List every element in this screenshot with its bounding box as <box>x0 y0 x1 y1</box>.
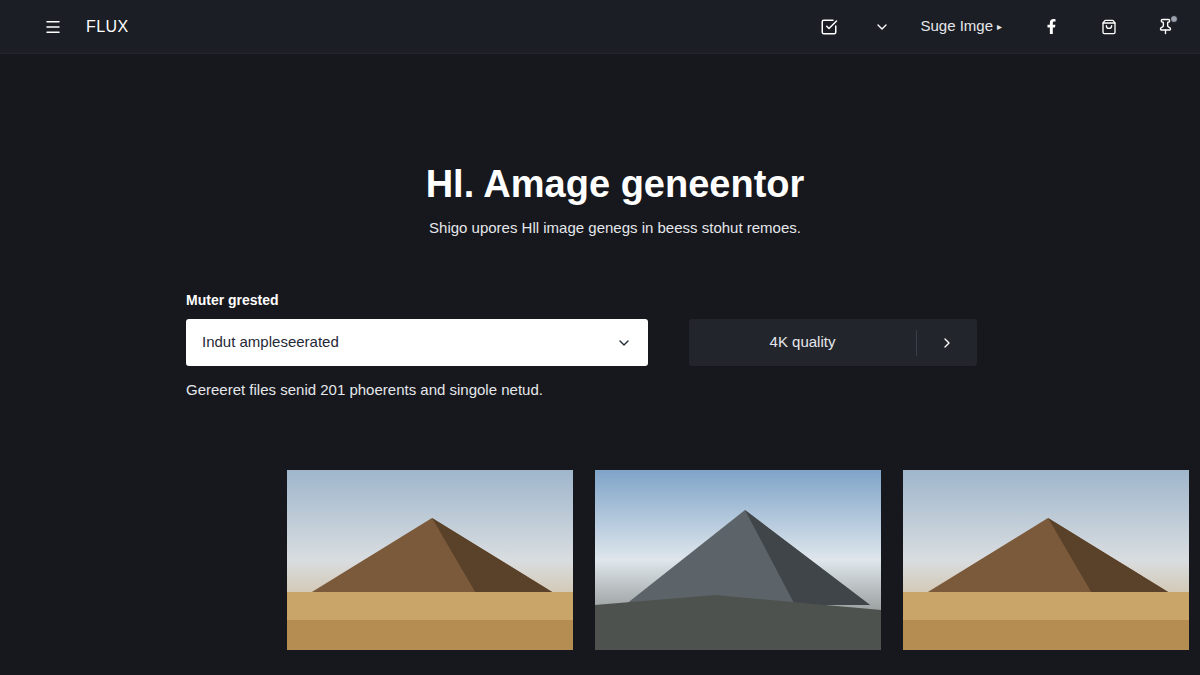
pin-button[interactable] <box>1157 18 1174 35</box>
hamburger-menu-icon[interactable] <box>44 18 62 36</box>
generator-form: Muter grested Indut ampleseerated 4K quali… <box>186 290 977 400</box>
quality-button[interactable]: 4K quality <box>689 319 977 366</box>
nav-actions: Suge Imge▸ <box>820 15 1184 38</box>
mountain-icon <box>287 470 573 650</box>
model-select[interactable]: Indut ampleseerated <box>186 319 648 366</box>
chevron-down-icon <box>616 335 632 351</box>
app: FLUX Suge Imge▸ Hl. Amage geneentor Shigo u… <box>0 0 1200 675</box>
nav-link[interactable]: Suge Imge▸ <box>920 15 1002 38</box>
mountain-icon <box>595 470 881 650</box>
facebook-icon[interactable] <box>1044 19 1059 34</box>
mountain-icon <box>903 470 1189 650</box>
top-nav: FLUX Suge Imge▸ <box>0 0 1200 54</box>
generated-image[interactable] <box>595 470 881 650</box>
logo[interactable]: FLUX <box>86 15 129 39</box>
bag-icon[interactable] <box>1101 19 1117 35</box>
notification-badge <box>1170 15 1178 23</box>
field-label: Muter grested <box>186 290 977 310</box>
hero-title: Hl. Amage geneentor <box>0 162 1200 206</box>
check-icon[interactable] <box>820 18 838 36</box>
image-gallery <box>0 470 1200 650</box>
generated-image[interactable] <box>903 470 1189 650</box>
main: Hl. Amage geneentor Shigo upores Hll imag… <box>0 54 1200 650</box>
hero-subtitle: Shigo upores Hll image genegs in beess s… <box>0 218 1200 238</box>
chevron-right-icon <box>939 335 955 351</box>
helper-text: Gereeret files senid 201 phoerents and s… <box>186 380 977 400</box>
generated-image[interactable] <box>287 470 573 650</box>
chevron-down-icon[interactable] <box>874 19 890 35</box>
